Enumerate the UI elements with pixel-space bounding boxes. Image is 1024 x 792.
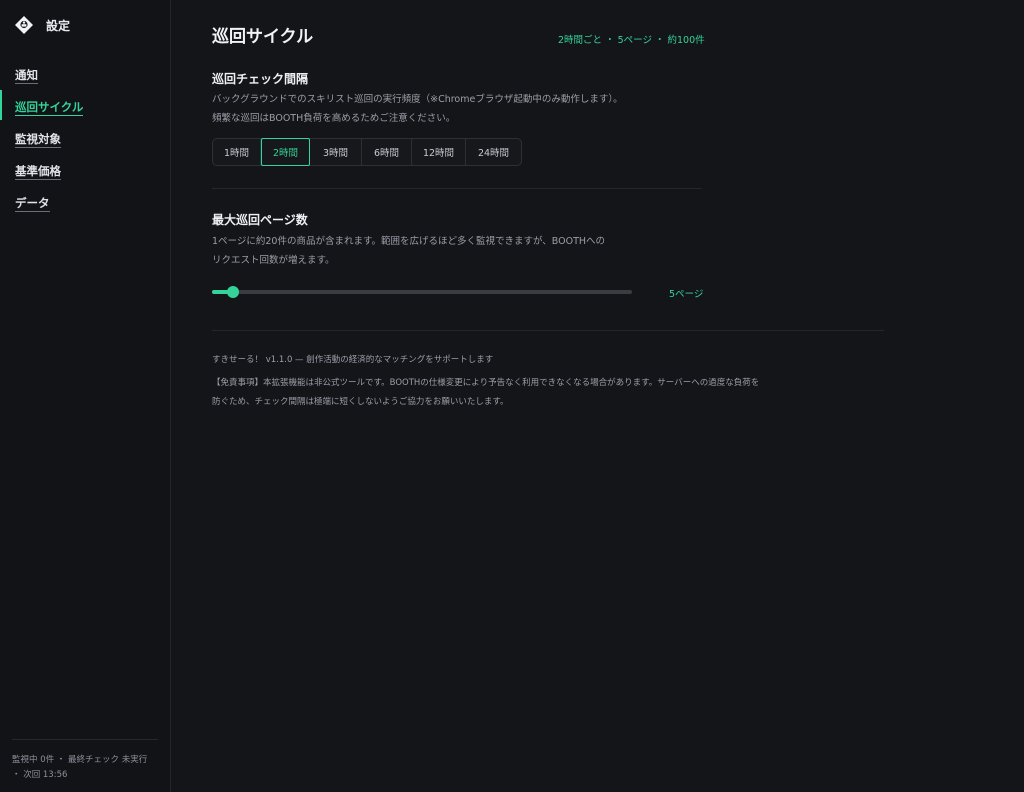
settings-summary: 2時間ごと ・ 5ページ ・ 約100件: [558, 35, 705, 46]
sidebar: 設定 通知 巡回サイクル 監視対象 基準価格 データ 監視中 0件 ・ 最終チェ…: [0, 0, 171, 792]
sidebar-item-notifications[interactable]: 通知: [0, 60, 170, 92]
status-footer: 監視中 0件 ・ 最終チェック 未実行 ・ 次回 13:56: [12, 739, 158, 783]
status-line: 監視中 0件 ・ 最終チェック 未実行: [12, 755, 148, 765]
sidebar-item-label: データ: [15, 196, 50, 212]
pages-section-title: 最大巡回ページ数: [212, 213, 308, 227]
slider-thumb[interactable]: [227, 286, 239, 298]
pages-description: 1ページに約20件の商品が含まれます。範囲を広げるほど多く監視できますが、BOO…: [212, 232, 605, 270]
sidebar-item-watch-targets[interactable]: 監視対象: [0, 124, 170, 156]
app-title: 設定: [46, 18, 71, 33]
version-info: すきせーる！ v1.1.0 — 創作活動の経済的なマッチングをサポートします: [212, 355, 494, 365]
sidebar-item-data[interactable]: データ: [0, 188, 170, 220]
sidebar-nav: 通知 巡回サイクル 監視対象 基準価格 データ: [0, 60, 170, 220]
tag-logo-icon: [15, 16, 33, 34]
sidebar-item-label: 通知: [15, 68, 38, 84]
disclaimer: 【免責事項】本拡張機能は非公式ツールです。BOOTHの仕様変更により予告なく利用…: [212, 374, 759, 412]
sidebar-item-label: 巡回サイクル: [15, 100, 84, 116]
pages-desc-line: 1ページに約20件の商品が含まれます。範囲を広げるほど多く監視できますが、BOO…: [212, 236, 606, 247]
interval-option-24h[interactable]: 24時間: [466, 139, 521, 165]
sidebar-item-label: 基準価格: [15, 164, 61, 180]
interval-option-3h[interactable]: 3時間: [310, 139, 362, 165]
interval-desc-line: 頻繁な巡回はBOOTH負荷を高めるためご注意ください。: [212, 113, 456, 124]
interval-description: バックグラウンドでのスキリスト巡回の実行頻度（※Chromeブラウザ起動中のみ動…: [212, 90, 623, 128]
next-check-line: ・ 次回 13:56: [12, 770, 68, 780]
max-pages-value: 5ページ: [669, 289, 704, 300]
slider-track: [212, 290, 632, 294]
brand: 設定: [14, 14, 70, 36]
settings-app: 設定 通知 巡回サイクル 監視対象 基準価格 データ 監視中 0件 ・ 最終チェ…: [0, 0, 1024, 792]
interval-option-2h[interactable]: 2時間: [261, 138, 310, 166]
footer-divider: [212, 330, 884, 331]
disclaimer-line: 【免責事項】本拡張機能は非公式ツールです。BOOTHの仕様変更により予告なく利用…: [212, 378, 760, 388]
sidebar-item-label: 監視対象: [15, 132, 61, 148]
max-pages-slider[interactable]: [212, 284, 632, 300]
pages-desc-line: リクエスト回数が増えます。: [212, 255, 335, 266]
interval-option-1h[interactable]: 1時間: [213, 139, 261, 165]
interval-section-title: 巡回チェック間隔: [212, 72, 309, 86]
interval-option-6h[interactable]: 6時間: [362, 139, 412, 165]
section-divider: [212, 188, 702, 189]
sidebar-item-patrol-cycle[interactable]: 巡回サイクル: [0, 92, 170, 124]
interval-desc-line: バックグラウンドでのスキリスト巡回の実行頻度（※Chromeブラウザ起動中のみ動…: [212, 94, 623, 105]
sidebar-item-base-price[interactable]: 基準価格: [0, 156, 170, 188]
interval-option-12h[interactable]: 12時間: [412, 139, 466, 165]
interval-selector: 1時間 2時間 3時間 6時間 12時間 24時間: [212, 138, 522, 166]
page-title: 巡回サイクル: [212, 27, 314, 47]
disclaimer-line: 防ぐため、チェック間隔は極端に短くしないようご協力をお願いいたします。: [212, 397, 509, 407]
